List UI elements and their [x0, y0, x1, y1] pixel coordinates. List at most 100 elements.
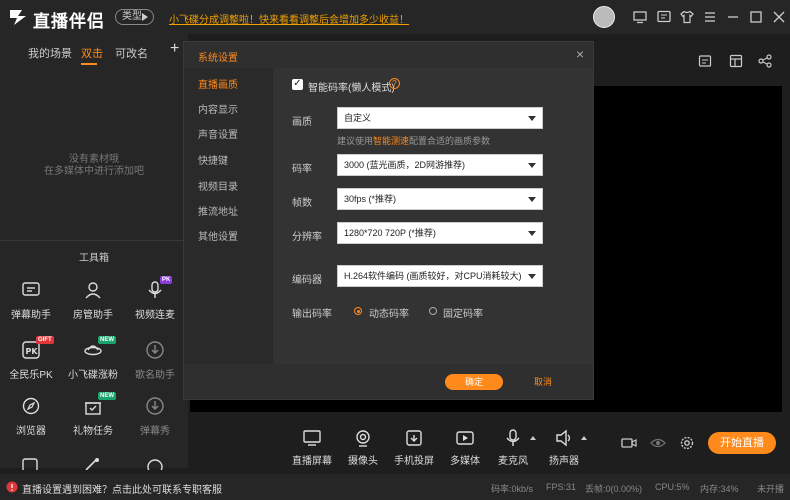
control-phone-cast[interactable]: 手机投屏: [389, 428, 439, 467]
message-icon[interactable]: [657, 10, 671, 24]
record-icon[interactable]: [621, 435, 637, 451]
fps-label: 帧数: [292, 198, 312, 209]
tool-video-link[interactable]: PK 视频连麦: [124, 276, 186, 340]
tool-label: 弹幕秀: [140, 426, 170, 437]
fps-select[interactable]: 30fps (*推荐): [337, 188, 543, 210]
monitor-icon[interactable]: [633, 10, 647, 24]
control-camera[interactable]: 摄像头: [338, 428, 388, 467]
nav-item-display[interactable]: 内容显示: [198, 101, 238, 116]
tool-danmaku-assistant[interactable]: 弹幕助手: [0, 280, 62, 340]
tool-room-manager[interactable]: 房管助手: [62, 280, 124, 340]
encoder-select[interactable]: H.264软件编码 (画质较好，对CPU消耗较大): [337, 265, 543, 287]
control-screen[interactable]: 直播屏幕: [287, 428, 337, 467]
cancel-button[interactable]: 取消: [514, 374, 572, 390]
nav-item-video-dir[interactable]: 视频目录: [198, 178, 238, 193]
control-label: 直播屏幕: [292, 456, 332, 467]
tool-gift-task[interactable]: NEW 礼物任务: [62, 392, 124, 456]
tool-label: 礼物任务: [73, 426, 113, 437]
dialog-close-icon[interactable]: ×: [576, 46, 584, 62]
dynamic-bitrate-label: 动态码率: [369, 309, 409, 320]
smart-bitrate-checkbox[interactable]: ✓: [292, 79, 303, 90]
dropdown-arrow-icon: [528, 197, 536, 202]
app-logo-icon: [10, 10, 26, 25]
control-label: 扬声器: [549, 456, 579, 467]
bitrate-select[interactable]: 3000 (蓝光画质，2D网游推荐): [337, 154, 543, 176]
settings-nav: 直播画质 内容显示 声音设置 快捷键 视频目录 推流地址 其他设置: [184, 68, 273, 364]
tool-pk[interactable]: GIFT PK 全民乐PK: [0, 336, 62, 400]
mic-expand-icon[interactable]: [529, 435, 537, 441]
maximize-icon[interactable]: [749, 10, 763, 24]
wand-icon[interactable]: [83, 458, 101, 470]
minimize-icon[interactable]: [726, 10, 740, 24]
control-label: 摄像头: [348, 456, 378, 467]
speed-test-link[interactable]: 智能测速: [373, 136, 409, 146]
live-state: 未开播: [757, 484, 785, 494]
help-question-icon[interactable]: ?: [389, 78, 400, 89]
fixed-bitrate-radio[interactable]: [429, 307, 437, 315]
nav-item-hotkeys[interactable]: 快捷键: [198, 152, 228, 167]
tool-label: 小飞碟涨粉: [68, 370, 118, 381]
fee-icon[interactable]: [146, 458, 164, 470]
fixed-bitrate-label: 固定码率: [443, 309, 483, 320]
add-scene-button[interactable]: +: [170, 40, 179, 58]
play-icon: [142, 13, 148, 21]
bitrate-status: 码率:0kb/s: [491, 484, 534, 494]
dialog-title: 系统设置: [198, 53, 238, 64]
control-microphone[interactable]: 麦克风: [488, 428, 538, 467]
control-speaker[interactable]: 扬声器: [539, 428, 589, 467]
hint-suffix: 配置合适的画质参数: [409, 136, 491, 146]
control-media[interactable]: 多媒体: [440, 428, 490, 467]
warning-icon: [6, 481, 18, 493]
menu-icon[interactable]: [703, 10, 717, 24]
tab-scene-double-click[interactable]: 双击: [81, 45, 103, 61]
resolution-select[interactable]: 1280*720 720P (*推荐): [337, 222, 543, 244]
speaker-icon: [556, 429, 571, 447]
layout-icon[interactable]: [729, 54, 743, 68]
tab-scene-rename[interactable]: 可改名: [115, 45, 148, 61]
share-icon[interactable]: [758, 54, 772, 68]
quality-hint: 建议使用智能测速配置合适的画质参数: [337, 134, 490, 147]
tab-my-scenes[interactable]: 我的场景: [28, 45, 72, 61]
resolution-label: 分辨率: [292, 232, 322, 243]
close-icon[interactable]: [772, 10, 786, 24]
gift-badge: GIFT: [36, 336, 54, 344]
empty-hint: 在多媒体中进行添加吧: [44, 166, 144, 177]
dropdown-arrow-icon: [528, 163, 536, 168]
nav-item-audio[interactable]: 声音设置: [198, 126, 238, 141]
ok-button[interactable]: 确定: [445, 374, 503, 390]
app-window: WEIDOWN.COM 直播伴侣 类型 小飞碟分成调整啦！快来看看调整后会增加多…: [0, 0, 790, 500]
eye-icon[interactable]: [650, 435, 666, 451]
quality-select[interactable]: 自定义: [337, 107, 543, 129]
danmaku-icon: [22, 282, 40, 296]
tool-browser[interactable]: 浏览器: [0, 396, 62, 456]
speaker-expand-icon[interactable]: [580, 435, 588, 441]
notice-link[interactable]: 小飞碟分成调整啦！快来看看调整后会增加多少收益！: [169, 11, 409, 26]
bitrate-value: 3000 (蓝光画质，2D网游推荐): [344, 160, 466, 170]
settings-gear-icon[interactable]: [679, 435, 695, 451]
clipboard-icon[interactable]: [21, 458, 39, 470]
encoder-label: 编码器: [292, 275, 322, 286]
left-panel: 我的场景 双击 可改名 + 没有素材哦 在多媒体中进行添加吧 工具箱 弹幕助手 …: [0, 34, 188, 470]
tool-song-assistant[interactable]: 歌名助手: [124, 340, 186, 400]
type-button[interactable]: 类型: [115, 9, 154, 25]
shirt-icon[interactable]: [680, 10, 694, 24]
browser-icon: [22, 397, 40, 415]
dropdown-arrow-icon: [528, 116, 536, 121]
control-label: 麦克风: [498, 456, 528, 467]
tool-label: 歌名助手: [135, 370, 175, 381]
room-manager-icon: [85, 282, 101, 299]
tool-ufo-fans[interactable]: NEW 小飞碟涨粉: [62, 336, 124, 400]
nav-item-other[interactable]: 其他设置: [198, 228, 238, 243]
help-link[interactable]: 直播设置遇到困难？点击此处可联系专职客服: [22, 481, 222, 496]
dynamic-bitrate-radio[interactable]: [354, 307, 362, 315]
bitrate-label: 码率: [292, 164, 312, 175]
chat-box-icon[interactable]: [698, 54, 712, 68]
memory-status: 内存:34%: [700, 484, 739, 494]
nav-item-quality[interactable]: 直播画质: [198, 76, 238, 91]
start-live-button[interactable]: 开始直播: [708, 432, 776, 454]
tool-danmaku-show[interactable]: 弹幕秀: [124, 396, 186, 456]
tool-label: 全民乐PK: [9, 370, 53, 381]
nav-item-stream-url[interactable]: 推流地址: [198, 203, 238, 218]
phone-cast-icon: [406, 430, 422, 446]
avatar[interactable]: [593, 6, 615, 28]
